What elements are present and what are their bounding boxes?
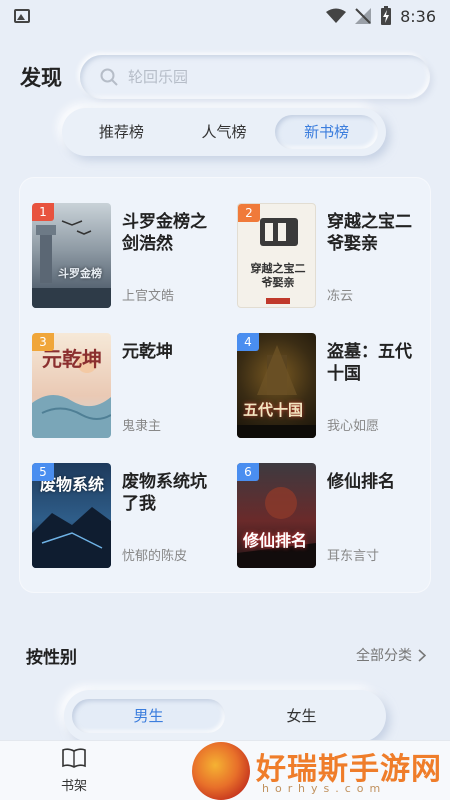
wifi-icon — [326, 8, 347, 23]
tab-new-books[interactable]: 新书榜 — [275, 115, 379, 149]
book-title[interactable]: 穿越之宝二爷娶亲 — [327, 211, 423, 255]
page-title: 发现 — [20, 66, 62, 90]
book-item[interactable]: 5 废物系统 废物系统坑了我 忧郁的陈皮 — [20, 463, 210, 569]
chevron-right-icon — [418, 648, 426, 662]
rank-badge: 4 — [237, 333, 259, 351]
book-author: 鬼隶主 — [122, 419, 162, 434]
book-title[interactable]: 斗罗金榜之剑浩然 — [122, 211, 218, 255]
battery-charging-icon — [381, 6, 392, 25]
no-signal-icon — [355, 8, 372, 24]
gender-section-header: 按性别 全部分类 — [26, 640, 426, 670]
tab-female[interactable]: 女生 — [225, 699, 378, 733]
watermark: 好瑞斯手游网 horhys.com — [190, 740, 450, 800]
watermark-sub: horhys.com — [262, 782, 387, 795]
status-icons: 8:36 — [326, 6, 436, 26]
book-cover[interactable]: 2 穿越之宝二爷娶亲 — [237, 203, 316, 308]
nav-bookshelf-label: 书架 — [60, 779, 87, 794]
book-author: 上官文皓 — [122, 289, 175, 304]
book-cover[interactable]: 6 修仙排名 — [237, 463, 316, 568]
tab-male[interactable]: 男生 — [72, 699, 225, 733]
book-title[interactable]: 元乾坤 — [122, 341, 218, 363]
book-title[interactable]: 废物系统坑了我 — [122, 471, 218, 515]
book-icon — [62, 748, 86, 768]
book-item[interactable]: 2 穿越之宝二爷娶亲 穿越之宝二爷娶亲 冻云 — [225, 203, 415, 309]
watermark-logo-icon — [192, 742, 250, 800]
cover-title: 穿越之宝二爷娶亲 — [250, 262, 306, 289]
book-author: 冻云 — [327, 289, 354, 304]
section-title: 按性别 — [26, 647, 77, 668]
nav-bookshelf[interactable]: 书架 — [42, 747, 106, 794]
image-icon — [14, 9, 30, 23]
rank-badge: 2 — [238, 204, 260, 222]
cover-title: 斗罗金榜 — [58, 267, 102, 280]
book-cover[interactable]: 5 废物系统 — [32, 463, 111, 568]
book-author: 我心如愿 — [327, 419, 380, 434]
book-cover[interactable]: 1 斗罗金榜 — [32, 203, 111, 308]
book-item[interactable]: 3 元乾坤 元乾坤 鬼隶主 — [20, 333, 210, 439]
gender-tabs: 男生 女生 — [64, 690, 386, 742]
rank-badge: 3 — [32, 333, 54, 351]
all-categories-link[interactable]: 全部分类 — [356, 645, 426, 665]
cover-title: 五代十国 — [243, 401, 304, 419]
rank-badge: 6 — [237, 463, 259, 481]
search-bar[interactable] — [80, 55, 430, 99]
book-cover[interactable]: 3 元乾坤 — [32, 333, 111, 438]
ranking-tabs: 推荐榜 人气榜 新书榜 — [62, 108, 386, 156]
search-input[interactable] — [128, 68, 378, 86]
book-author: 忧郁的陈皮 — [122, 549, 188, 564]
book-title[interactable]: 盗墓：五代十国 — [327, 341, 423, 385]
book-item[interactable]: 1 斗罗金榜 斗罗金榜之剑浩然 上官文皓 — [20, 203, 210, 309]
book-author: 耳东言寸 — [327, 549, 380, 564]
tab-recommended[interactable]: 推荐榜 — [70, 115, 173, 149]
book-item[interactable]: 6 修仙排名 修仙排名 耳东言寸 — [225, 463, 415, 569]
rank-badge: 5 — [32, 463, 54, 481]
clock: 8:36 — [400, 6, 436, 26]
search-icon — [100, 68, 118, 86]
book-item[interactable]: 4 五代十国 盗墓：五代十国 我心如愿 — [225, 333, 415, 439]
header: 发现 — [20, 54, 430, 100]
all-categories-label: 全部分类 — [356, 648, 412, 664]
tab-popular[interactable]: 人气榜 — [173, 115, 276, 149]
book-title[interactable]: 修仙排名 — [327, 471, 423, 493]
rank-badge: 1 — [32, 203, 54, 221]
book-ranking-panel: 1 斗罗金榜 斗罗金榜之剑浩然 上官文皓 2 穿越之宝二爷娶亲 穿越之宝二爷娶亲… — [20, 178, 430, 592]
book-cover[interactable]: 4 五代十国 — [237, 333, 316, 438]
cover-title: 修仙排名 — [243, 531, 308, 550]
status-bar: 8:36 — [0, 0, 450, 32]
